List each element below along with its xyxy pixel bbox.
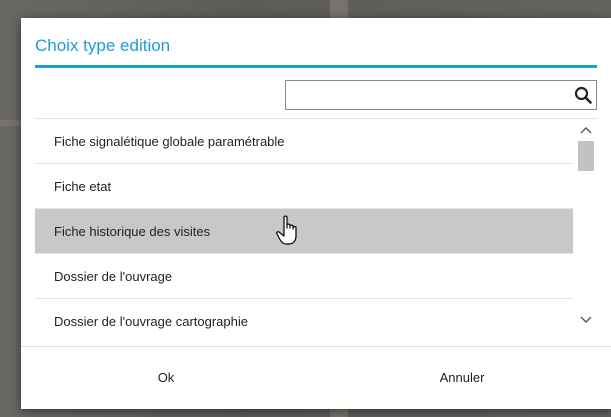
dialog-title: Choix type edition xyxy=(35,36,171,55)
chevron-down-icon[interactable] xyxy=(575,309,597,329)
list-item[interactable]: Fiche etat xyxy=(35,164,573,209)
edition-type-list: Fiche signalétique globale paramétrable … xyxy=(35,118,597,329)
search-box xyxy=(285,80,597,110)
search-icon[interactable] xyxy=(574,86,592,104)
list-item[interactable]: Dossier de l'ouvrage cartographie xyxy=(35,299,573,329)
list-item[interactable]: Fiche signalétique globale paramétrable xyxy=(35,119,573,164)
title-underline xyxy=(35,65,597,68)
scroll-thumb[interactable] xyxy=(578,141,594,171)
chevron-up-icon[interactable] xyxy=(575,119,597,139)
ok-button[interactable]: Ok xyxy=(21,347,311,409)
cancel-button[interactable]: Annuler xyxy=(317,347,607,409)
list-item-selected[interactable]: Fiche historique des visites xyxy=(35,209,573,254)
edition-type-dialog: Choix type edition Fiche signalétique gl… xyxy=(21,18,611,409)
list-item[interactable]: Dossier de l'ouvrage xyxy=(35,254,573,299)
hand-pointer-icon xyxy=(276,215,297,245)
list-scrollbar[interactable] xyxy=(575,119,597,329)
search-input[interactable] xyxy=(286,81,566,109)
